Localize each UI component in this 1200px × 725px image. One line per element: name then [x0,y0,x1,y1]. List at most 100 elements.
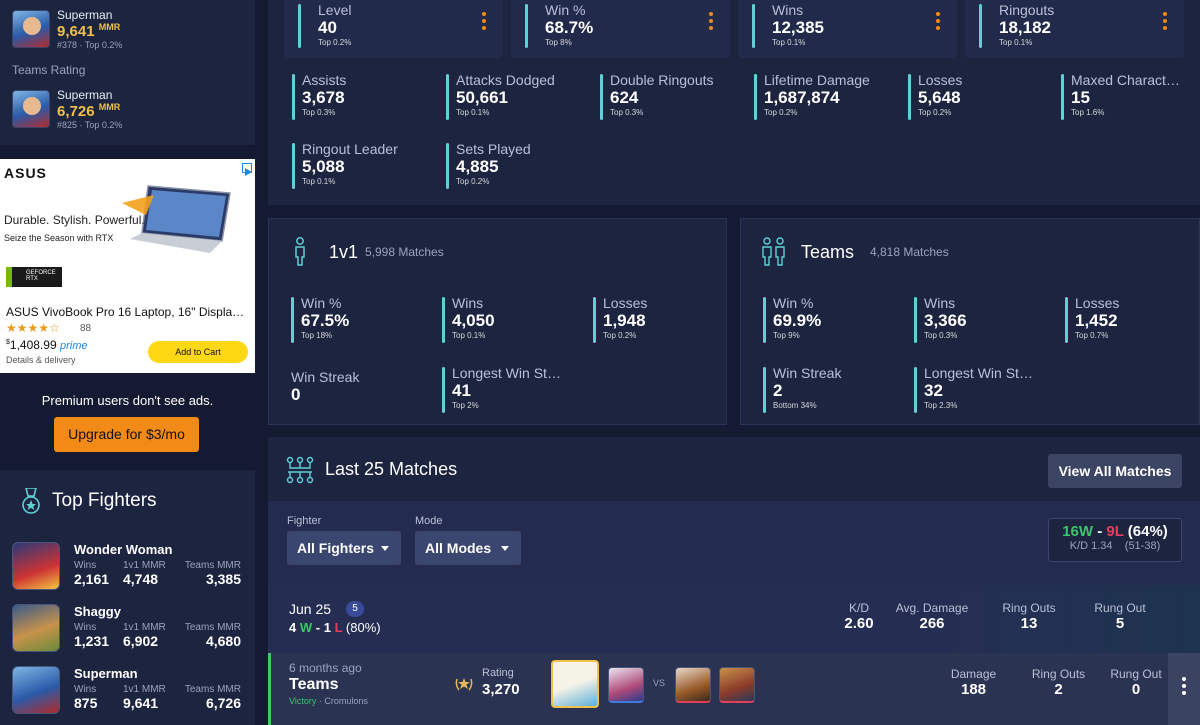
fighter-row[interactable]: Shaggy Wins 1,231 1v1 MMR 6,902 Teams MMR 4… [12,604,252,660]
stat-label: Ringout Leader [302,141,398,157]
more-options-icon[interactable] [935,12,941,33]
match-damage: Damage 188 [950,667,997,698]
premium-note: Premium users don't see ads. [41,393,214,408]
ad-banner[interactable]: ASUS Durable. Stylish. Powerful. Seize t… [0,159,255,373]
stat-rank: Top 0.3% [610,108,644,117]
stat-value: 1,687,874 [764,88,840,107]
wins-label: Wins [74,560,97,571]
more-options-icon [1182,677,1186,695]
fighter-select[interactable]: All Fighters [287,531,401,565]
v1-mmr-label: 1v1 MMR [123,560,166,571]
v1-mmr-value: 6,902 [123,633,159,649]
match-mode: Teams [289,676,339,693]
day-rung-out: Rung Out 5 [1094,601,1146,632]
more-options-icon[interactable] [708,12,714,33]
ratings-card: Superman 9,641 MMR #378 · Top 0.2% Teams… [0,0,255,145]
teams-mmr-label: Teams MMR [184,684,241,695]
upgrade-button[interactable]: Upgrade for $3/mo [54,417,199,452]
teams-mmr-label: Teams MMR [184,622,241,633]
mode-select-value: All Modes [425,540,492,556]
stat-assists: Assists 3,678 Top 0.3% [292,72,432,122]
v1-mmr-label: 1v1 MMR [123,622,166,633]
stat-attacks-dodged: Attacks Dodged 50,661 Top 0.1% [446,72,586,122]
stat-rank: Top 0.2% [764,108,798,117]
stat-rank: Top 0.1% [999,38,1033,47]
stat-value: 3,678 [302,88,345,107]
stat-wins: Wins 4,050 Top 0.1% [442,295,572,345]
people-icon [761,237,787,267]
match-time: 6 months ago [289,661,362,675]
stat-sets-played: Sets Played 4,885 Top 0.2% [446,141,586,191]
stat-tile-wins: Wins 12,385 Top 0.1% [738,0,957,58]
stat-maxed-characters: Maxed Charact… 15 Top 1.6% [1061,72,1189,122]
teams-mmr-label: Teams MMR [184,560,241,571]
stat-rank: Top 0.3% [924,331,958,340]
fighter-avatar [12,604,60,652]
stat-win-pct: Win % 67.5% Top 18% [291,295,421,345]
ad-subtag: Seize the Season with RTX [4,233,114,243]
fighter-row[interactable]: Superman Wins 875 1v1 MMR 9,641 Teams MMR 6… [12,666,252,722]
rank-teams[interactable]: Superman 6,726 MMR #825 · Top 0.2% [0,88,134,130]
stat-value: 12,385 [772,18,824,37]
teams-mmr-value: 3,385 [205,571,241,587]
stat-value: 2 [773,381,783,400]
ad-product-title[interactable]: ASUS VivoBook Pro 16 Laptop, 16" Displa… [6,305,246,319]
avatar [12,90,50,128]
mode-match-count: 4,818 Matches [870,245,949,259]
mode-match-count: 5,998 Matches [365,245,444,259]
stat-longest-win-streak: Longest Win St… 32 Top 2.3% [914,365,1044,415]
add-to-cart-button[interactable]: Add to Cart [148,341,248,363]
stat-value: 69.9% [773,311,822,330]
stat-value: 5,088 [302,157,345,176]
teams-rating-label: Teams Rating [12,63,86,77]
v1-mmr-value: 4,748 [123,571,159,587]
rank-sub: #825 · Top 0.2% [57,120,123,130]
match-options-button[interactable] [1168,653,1200,725]
v1-mmr-value: 9,641 [123,695,159,711]
wins-value: 875 [74,695,98,711]
mode-title: Teams [801,242,855,262]
stat-value: 0 [291,385,301,404]
chevron-down-icon [501,546,509,551]
match-row[interactable]: 6 months ago Teams Victory · Cromulons R… [268,653,1200,725]
stat-rank: Top 1.6% [1071,108,1105,117]
fighter-avatar [12,542,60,590]
fighter-row[interactable]: Wonder Woman Wins 2,161 1v1 MMR 4,748 Team… [12,542,252,598]
stat-rank: Top 0.1% [456,108,490,117]
adchoices-icon[interactable] [242,163,252,176]
teams-mmr-value: 6,726 [205,695,241,711]
stat-rank: Top 0.1% [452,331,486,340]
view-all-matches-button[interactable]: View All Matches [1048,454,1182,488]
stat-value: 1,452 [1075,311,1118,330]
matches-title: Last 25 Matches [325,459,458,479]
rank-mmr: 6,726 MMR [57,102,121,120]
stat-rank: Top 0.2% [603,331,637,340]
rank-laurel-icon [453,673,475,695]
day-summary: Jun 25 5 4 W - 1 L (80%) K/D 2.60 Avg. Da… [268,585,1200,653]
stat-label: Losses [1075,295,1120,311]
wins-label: Wins [74,684,97,695]
fighter-name: Shaggy [74,604,121,619]
stat-value: 41 [452,381,471,400]
medal-icon [20,487,42,516]
stat-losses: Losses 1,452 Top 0.7% [1065,295,1185,345]
stat-label: Win Streak [291,369,360,385]
rank-1v1[interactable]: Superman 9,641 MMR #378 · Top 0.2% [0,8,134,50]
ad-details-link[interactable]: Details & delivery [6,355,76,365]
sidebar: Superman 9,641 MMR #378 · Top 0.2% Teams… [0,0,268,725]
mode-panel-1v1: 1v1 5,998 Matches Win % 67.5% Top 18% Wins… [268,218,727,425]
stat-rank: Top 2% [452,401,479,410]
more-options-icon[interactable] [1162,12,1168,33]
stat-wins: Wins 3,366 Top 0.3% [914,295,1044,345]
bracket-icon [286,456,314,484]
stat-label: Win % [773,295,814,311]
teams-mmr-value: 4,680 [205,633,241,649]
more-options-icon[interactable] [481,12,487,33]
mode-select[interactable]: All Modes [415,531,521,565]
match-rung-out: Rung Out 0 [1110,667,1162,698]
day-match-count-badge: 5 [346,601,364,617]
person-icon [293,237,307,267]
mode-filter-label: Mode [415,515,443,527]
stat-value: 18,182 [999,18,1051,37]
match-filters: Fighter All Fighters Mode All Modes 16W … [268,501,1200,585]
